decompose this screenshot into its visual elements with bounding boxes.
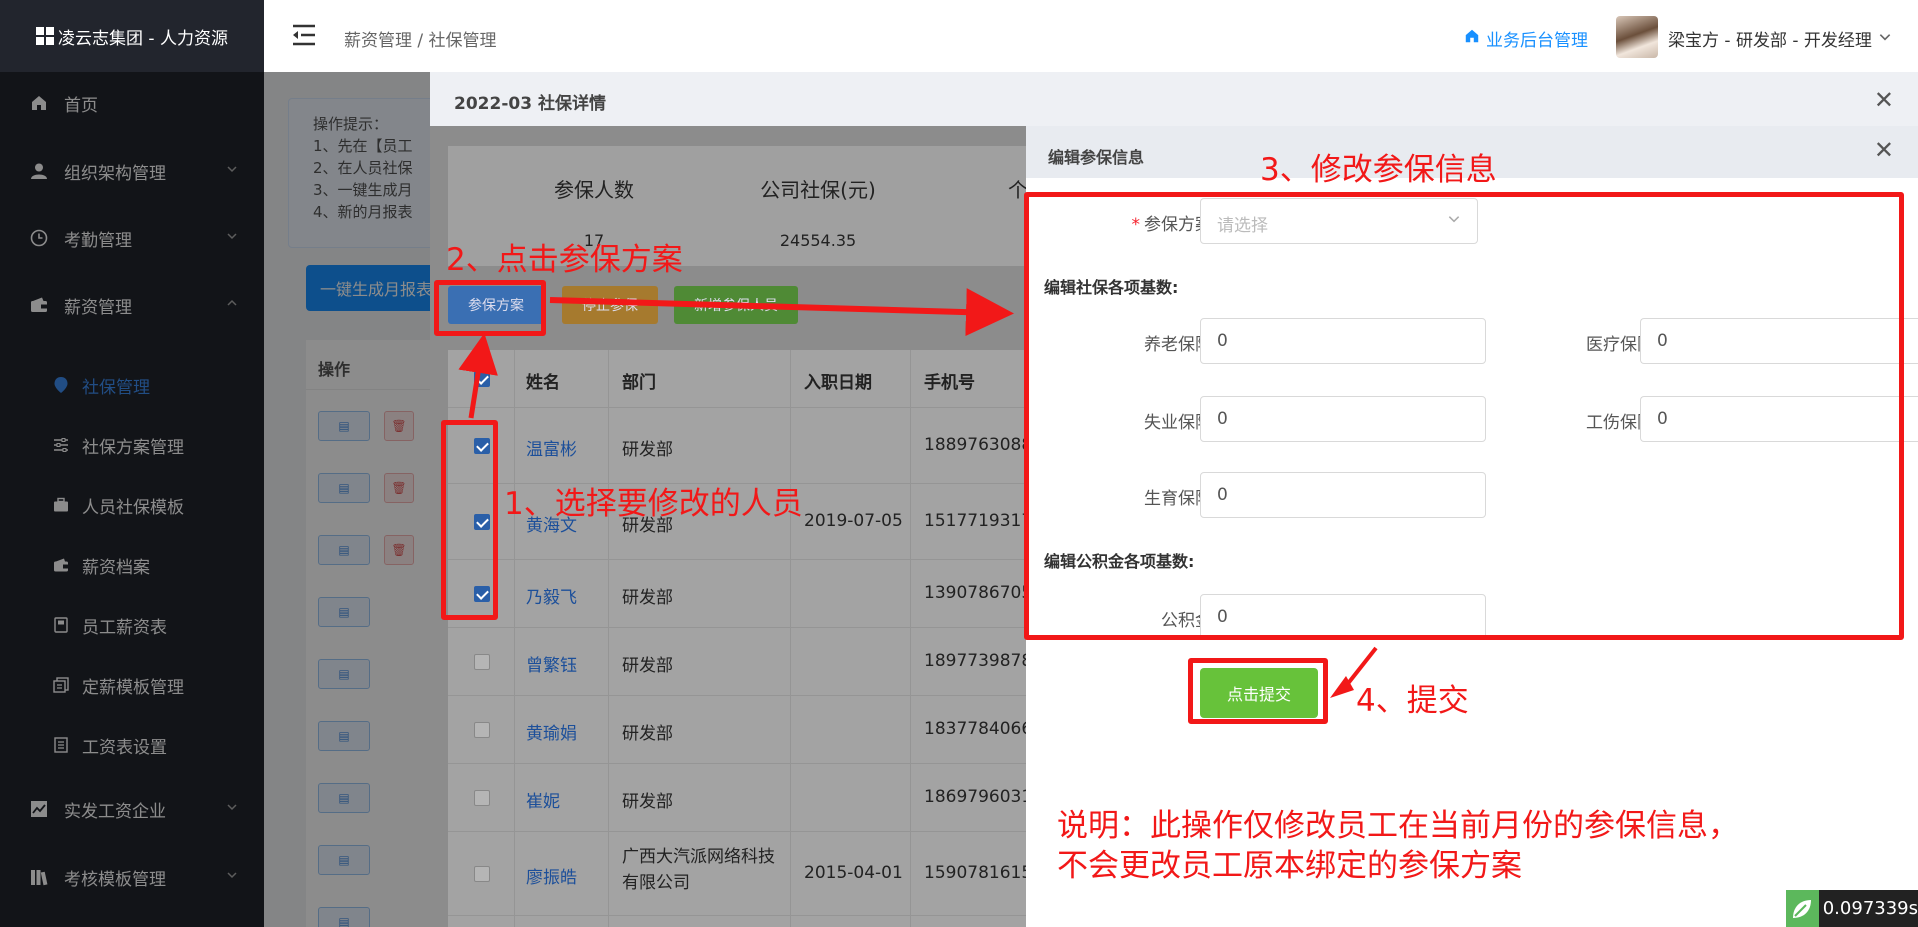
user-menu[interactable]: 梁宝方 - 研发部 - 开发经理 [1668,26,1892,51]
admin-link[interactable]: 业务后台管理 [1464,26,1588,51]
annotation-note: 说明：此操作仅修改员工在当前月份的参保信息， 不会更改员工原本绑定的参保方案 [1057,806,1739,886]
employee-hire-date: 2019-07-05 [804,511,903,531]
chevron-down-icon [1878,29,1892,49]
menu-fold-icon[interactable] [292,24,316,50]
grid-icon [36,27,54,45]
home-icon [1464,28,1480,49]
close-icon[interactable]: ✕ [1874,86,1894,114]
note-line: 说明：此操作仅修改员工在当前月份的参保信息， [1057,808,1739,844]
column-header-phone: 手机号 [924,373,975,393]
annotation-step-3: 3、修改参保信息 [1260,152,1497,188]
employee-name-link[interactable]: 崔妮 [526,787,560,812]
annotation-step-1: 1、选择要修改的人员 [504,486,803,522]
stop-insurance-button[interactable]: 停止参保 [562,286,658,324]
insured-table: 姓名 部门 入职日期 手机号 温富彬 研发部 18897630886 黄海文 研… [448,350,1068,927]
note-line: 不会更改员工原本绑定的参保方案 [1057,848,1522,884]
row-checkbox[interactable] [474,866,490,882]
row-checkbox[interactable] [474,790,490,806]
stat-company-amount: 公司社保(元) 24554.35 [738,174,898,250]
stat-label: 参保人数 [554,178,634,202]
employee-name-link[interactable]: 廖振皓 [526,863,577,888]
leaf-icon [1786,890,1819,927]
row-checkbox[interactable] [474,722,490,738]
table-row: 崔妮 研发部 18697960315 [448,764,1068,832]
add-insured-button[interactable]: 新增参保人员 [674,286,798,324]
employee-dept: 研发部 [622,588,673,608]
employee-name-link[interactable]: 黄瑜娟 [526,719,577,744]
table-header-row: 姓名 部门 入职日期 手机号 [448,350,1068,408]
column-header-dept: 部门 [622,373,656,393]
annotation-box-submit [1188,658,1328,724]
employee-hire-date: 2015-04-01 [804,863,903,883]
select-all-checkbox[interactable] [474,371,490,387]
annotation-step-4: 4、提交 [1356,683,1469,719]
app-title: 凌云志集团 - 人力资源 [58,28,228,49]
employee-dept: 研发部 [622,724,673,744]
employee-name-link[interactable]: 乃毅飞 [526,583,577,608]
annotation-box-checkboxes [441,420,498,620]
table-row: 乃毅飞 研发部 13907867057 [448,560,1068,628]
annotation-step-2: 2、点击参保方案 [446,242,683,278]
user-name: 梁宝方 - 研发部 - 开发经理 [1668,31,1872,51]
dialog-title: 2022-03 社保详情 [454,94,606,114]
employee-dept: 研发部 [622,792,673,812]
table-row: 黄瑜娟 研发部 18377840663 [448,696,1068,764]
annotation-box-plan-button [434,280,546,336]
employee-dept: 研发部 [622,440,673,460]
app-logo[interactable]: 凌云志集团 - 人力资源 [0,0,264,72]
close-icon[interactable]: ✕ [1874,136,1894,164]
stat-value: 24554.35 [779,231,857,250]
row-checkbox[interactable] [474,654,490,670]
stat-label: 公司社保(元) [760,178,876,202]
timer-value: 0.097339s [1822,898,1918,919]
admin-link-label: 业务后台管理 [1486,31,1588,51]
column-header-date: 入职日期 [804,373,872,393]
column-header-name: 姓名 [526,373,560,393]
dialog-header: 2022-03 社保详情 ✕ [430,72,1918,126]
avatar[interactable] [1616,16,1658,58]
table-row: 温富彬 研发部 18897630886 [448,408,1068,484]
top-header: 薪资管理 / 社保管理 业务后台管理 梁宝方 - 研发部 - 开发经理 [264,0,1918,72]
employee-name-link[interactable]: 温富彬 [526,435,577,460]
breadcrumb: 薪资管理 / 社保管理 [344,31,497,51]
employee-name-link[interactable]: 曾繁钰 [526,651,577,676]
table-row: 廖振皓 广西大汽派网络科技有限公司 2015-04-01 15907816150 [448,832,1068,916]
employee-dept: 广西大汽派网络科技有限公司 [622,847,775,893]
table-row: 曾繁钰 研发部 18977398786 [448,628,1068,696]
annotation-box-form [1024,192,1904,640]
drawer-title: 编辑参保信息 [1048,148,1145,167]
employee-dept: 研发部 [622,656,673,676]
load-timer-badge: 0.097339s [1786,890,1918,927]
